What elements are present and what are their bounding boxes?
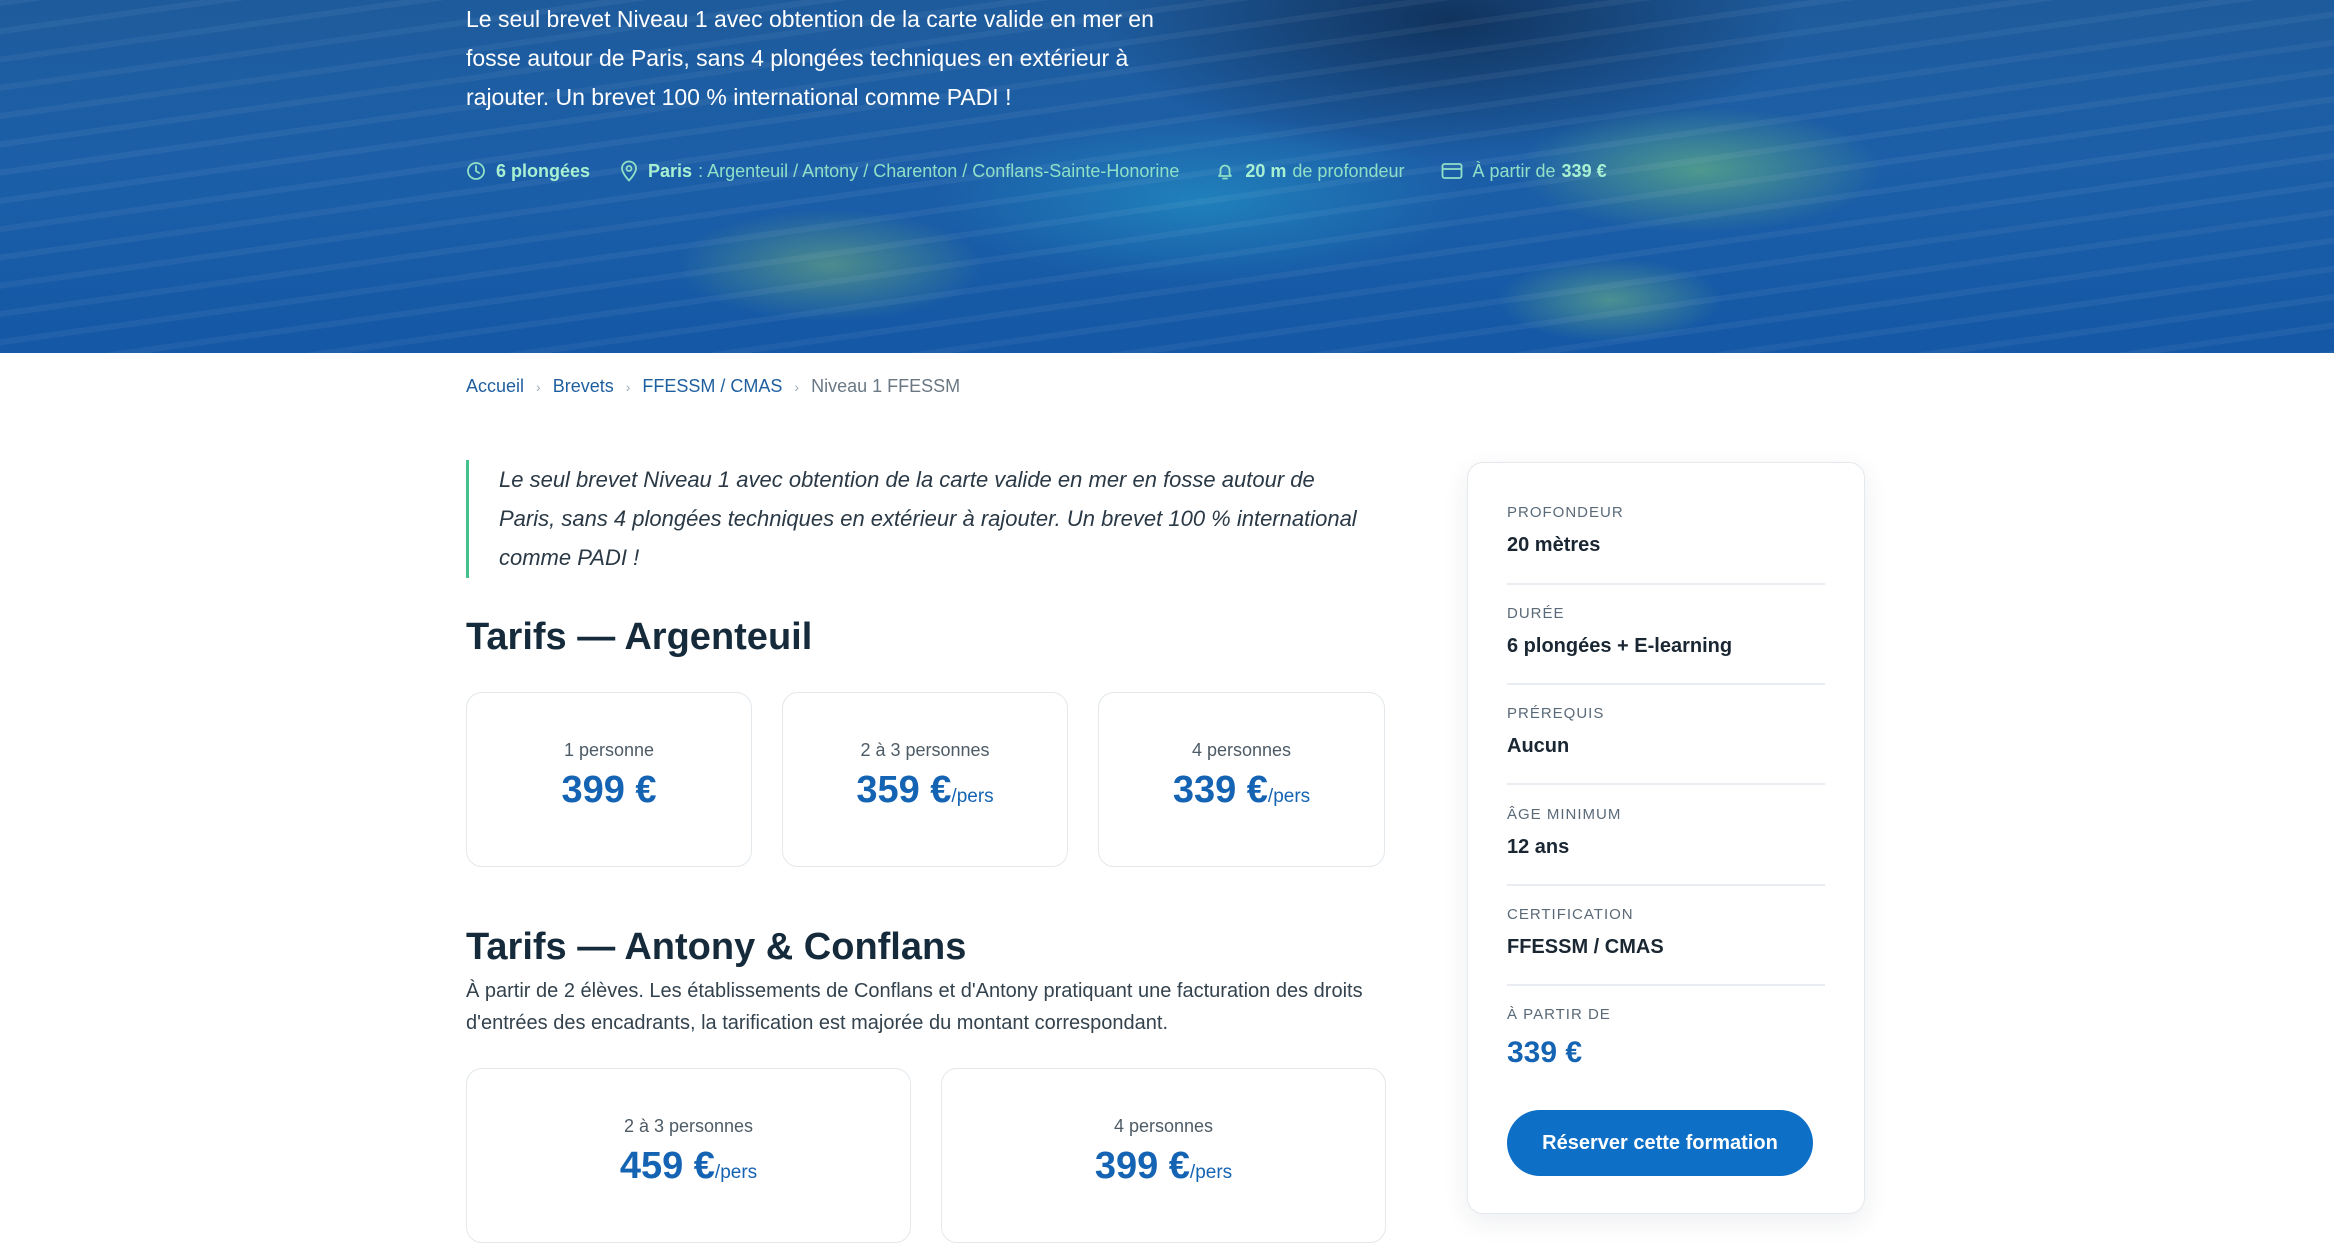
course-summary-card: PROFONDEUR 20 mètres DURÉE 6 plongées + … (1467, 462, 1865, 1214)
summary-row-age-minimum: ÂGE MINIMUM 12 ans (1507, 806, 1825, 886)
meta-depth: 20 m de profondeur (1215, 161, 1410, 182)
breadcrumb-separator: › (794, 378, 800, 395)
summary-row-duree: DURÉE 6 plongées + E-learning (1507, 605, 1825, 685)
breadcrumb: Accueil › Brevets › FFESSM / CMAS › Nive… (466, 376, 960, 397)
price-card: 1 personne 399 € (466, 692, 752, 867)
price-card-value: 359 €/pers (783, 769, 1067, 812)
summary-value: 12 ans (1507, 836, 1570, 858)
map-pin-icon (621, 160, 637, 182)
course-meta-row: 6 plongées Paris : Argenteuil / Antony /… (466, 158, 1643, 184)
meta-places: : Argenteuil / Antony / Charenton / Conf… (698, 160, 1180, 181)
breadcrumb-ffessm-cmas[interactable]: FFESSM / CMAS (642, 376, 782, 397)
price-card-value: 459 €/pers (467, 1145, 910, 1188)
meta-depth-value: 20 m (1245, 160, 1287, 181)
summary-row-profondeur: PROFONDEUR 20 mètres (1507, 504, 1825, 585)
meta-location: Paris : Argenteuil / Antony / Charenton … (620, 160, 1185, 182)
summary-value: FFESSM / CMAS (1507, 936, 1664, 958)
meta-price-value: 339 € (1561, 160, 1607, 181)
price-card-value: 399 €/pers (942, 1145, 1385, 1188)
summary-key: PROFONDEUR (1507, 504, 1624, 521)
price-suffix: /pers (951, 786, 994, 807)
summary-key: CERTIFICATION (1507, 906, 1634, 923)
summary-row-prerequis: PRÉREQUIS Aucun (1507, 705, 1825, 785)
clock-icon (467, 162, 485, 180)
meta-city: Paris (648, 160, 693, 181)
summary-key: À PARTIR DE (1507, 1006, 1611, 1023)
price-card-label: 1 personne (563, 740, 655, 760)
meta-dives-value: 6 plongées (496, 160, 591, 181)
summary-value: 6 plongées + E-learning (1507, 635, 1733, 657)
summary-row-a-partir-de: À PARTIR DE 339 € (1507, 1006, 1825, 1086)
intro-quote: Le seul brevet Niveau 1 avec obtention d… (466, 460, 1371, 578)
breadcrumb-brevets[interactable]: Brevets (553, 376, 614, 397)
price-card-label: 2 à 3 personnes (860, 740, 990, 760)
price-amount: 459 € (619, 1145, 715, 1187)
credit-card-icon (1441, 163, 1462, 179)
meta-depth-label: de profondeur (1292, 160, 1405, 181)
meta-price-prefix: À partir de (1472, 160, 1556, 181)
breadcrumb-separator: › (536, 378, 541, 395)
price-card-label: 2 à 3 personnes (623, 1116, 754, 1136)
summary-key: PRÉREQUIS (1507, 705, 1605, 722)
meta-dives: 6 plongées (466, 161, 590, 182)
breadcrumb-current: Niveau 1 FFESSM (811, 376, 961, 396)
summary-row-certification: CERTIFICATION FFESSM / CMAS (1507, 906, 1825, 986)
price-card: 2 à 3 personnes 459 €/pers (466, 1068, 911, 1243)
price-card-value: 339 €/pers (1099, 769, 1384, 812)
summary-value: 20 mètres (1507, 534, 1601, 556)
summary-key: DURÉE (1507, 605, 1565, 622)
hero-banner: Le seul brevet Niveau 1 avec obtention d… (0, 0, 2334, 353)
price-card: 4 personnes 399 €/pers (941, 1068, 1386, 1243)
price-suffix: /pers (1189, 1162, 1233, 1183)
section-title-argenteuil: Tarifs — Argenteuil (466, 616, 813, 658)
price-suffix: /pers (714, 1162, 758, 1183)
price-amount: 399 € (1094, 1145, 1190, 1187)
breadcrumb-separator: › (625, 378, 631, 395)
meta-price: À partir de 339 € (1441, 161, 1613, 182)
price-suffix: /pers (1267, 786, 1311, 807)
price-amount: 359 € (856, 769, 952, 811)
section-title-antony-conflans: Tarifs — Antony & Conflans (466, 926, 967, 968)
price-card: 2 à 3 personnes 359 €/pers (782, 692, 1068, 867)
price-card-label: 4 personnes (1191, 740, 1292, 760)
price-card-label: 4 personnes (1113, 1116, 1214, 1136)
hero-description: Le seul brevet Niveau 1 avec obtention d… (466, 6, 1154, 110)
price-amount: 339 € (1172, 769, 1268, 811)
price-amount: 399 € (561, 769, 657, 811)
book-course-button[interactable]: Réserver cette formation (1507, 1110, 1813, 1176)
summary-price-value: 339 € (1507, 1036, 1583, 1069)
price-card: 4 personnes 339 €/pers (1098, 692, 1385, 867)
summary-key: ÂGE MINIMUM (1507, 806, 1622, 823)
breadcrumb-accueil[interactable]: Accueil (466, 376, 524, 397)
summary-value: Aucun (1507, 735, 1570, 757)
pricing-note: À partir de 2 élèves. Les établissements… (466, 980, 1363, 1034)
bell-icon (1218, 164, 1233, 180)
price-card-value: 399 € (467, 769, 751, 812)
